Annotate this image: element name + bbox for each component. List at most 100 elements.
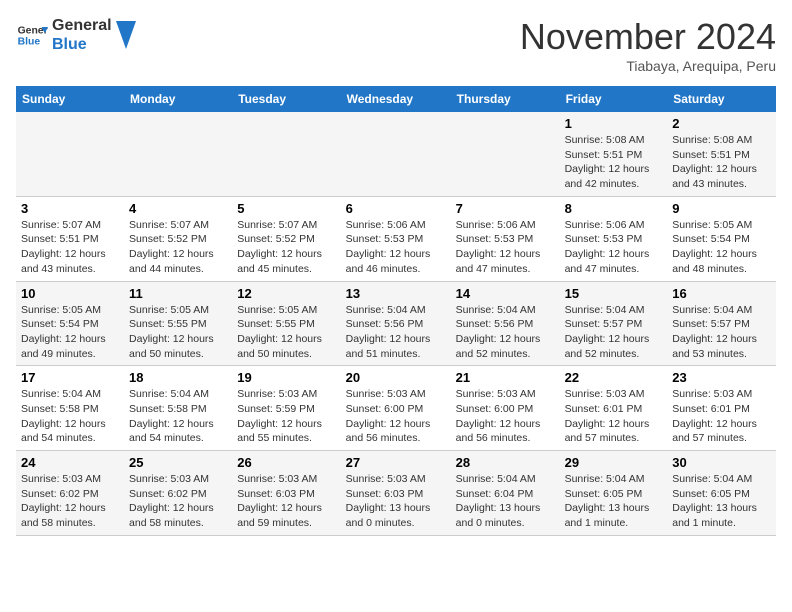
day-info: Sunrise: 5:04 AM Sunset: 5:56 PM Dayligh… — [346, 303, 446, 362]
day-number: 18 — [129, 370, 227, 385]
week-row-2: 3 Sunrise: 5:07 AM Sunset: 5:51 PM Daylig… — [16, 196, 776, 281]
day-info: Sunrise: 5:08 AM Sunset: 5:51 PM Dayligh… — [672, 133, 771, 192]
day-number: 4 — [129, 201, 227, 216]
calendar-cell-5-7: 30 Sunrise: 5:04 AM Sunset: 6:05 PM Dayli… — [667, 451, 776, 536]
day-number: 12 — [237, 286, 335, 301]
calendar-cell-5-4: 27 Sunrise: 5:03 AM Sunset: 6:03 PM Dayli… — [341, 451, 451, 536]
day-number: 16 — [672, 286, 771, 301]
weekday-header-saturday: Saturday — [667, 86, 776, 112]
calendar-body: 1 Sunrise: 5:08 AM Sunset: 5:51 PM Daylig… — [16, 112, 776, 535]
day-info: Sunrise: 5:07 AM Sunset: 5:51 PM Dayligh… — [21, 218, 119, 277]
calendar-cell-5-2: 25 Sunrise: 5:03 AM Sunset: 6:02 PM Dayli… — [124, 451, 232, 536]
svg-text:Blue: Blue — [18, 37, 41, 48]
day-info: Sunrise: 5:04 AM Sunset: 5:57 PM Dayligh… — [672, 303, 771, 362]
week-row-3: 10Sunrise: 5:05 AM Sunset: 5:54 PM Dayli… — [16, 281, 776, 366]
calendar-cell-1-1 — [16, 112, 124, 196]
calendar-cell-5-3: 26 Sunrise: 5:03 AM Sunset: 6:03 PM Dayli… — [232, 451, 340, 536]
calendar-cell-5-1: 24 Sunrise: 5:03 AM Sunset: 6:02 PM Dayli… — [16, 451, 124, 536]
day-info: Sunrise: 5:03 AM Sunset: 6:00 PM Dayligh… — [456, 387, 555, 446]
calendar-cell-2-6: 8 Sunrise: 5:06 AM Sunset: 5:53 PM Daylig… — [560, 196, 668, 281]
day-info: Sunrise: 5:05 AM Sunset: 5:55 PM Dayligh… — [129, 303, 227, 362]
week-row-1: 1 Sunrise: 5:08 AM Sunset: 5:51 PM Daylig… — [16, 112, 776, 196]
day-info: Sunrise: 5:03 AM Sunset: 6:01 PM Dayligh… — [672, 387, 771, 446]
calendar-cell-3-1: 10Sunrise: 5:05 AM Sunset: 5:54 PM Dayli… — [16, 281, 124, 366]
day-info: Sunrise: 5:03 AM Sunset: 5:59 PM Dayligh… — [237, 387, 335, 446]
day-number: 14 — [456, 286, 555, 301]
day-number: 15 — [565, 286, 663, 301]
week-row-5: 24 Sunrise: 5:03 AM Sunset: 6:02 PM Dayli… — [16, 451, 776, 536]
day-number: 10 — [21, 286, 119, 301]
weekday-header-row: SundayMondayTuesdayWednesdayThursdayFrid… — [16, 86, 776, 112]
calendar-cell-2-5: 7Sunrise: 5:06 AM Sunset: 5:53 PM Daylig… — [451, 196, 560, 281]
calendar-cell-1-7: 2 Sunrise: 5:08 AM Sunset: 5:51 PM Daylig… — [667, 112, 776, 196]
calendar-table: SundayMondayTuesdayWednesdayThursdayFrid… — [16, 86, 776, 536]
day-number: 2 — [672, 116, 771, 131]
calendar-cell-1-3 — [232, 112, 340, 196]
day-number: 9 — [672, 201, 771, 216]
calendar-cell-3-7: 16 Sunrise: 5:04 AM Sunset: 5:57 PM Dayli… — [667, 281, 776, 366]
day-info: Sunrise: 5:07 AM Sunset: 5:52 PM Dayligh… — [237, 218, 335, 277]
calendar-cell-3-4: 13 Sunrise: 5:04 AM Sunset: 5:56 PM Dayli… — [341, 281, 451, 366]
weekday-header-friday: Friday — [560, 86, 668, 112]
day-info: Sunrise: 5:04 AM Sunset: 6:05 PM Dayligh… — [565, 472, 663, 531]
calendar-cell-4-2: 18 Sunrise: 5:04 AM Sunset: 5:58 PM Dayli… — [124, 366, 232, 451]
week-row-4: 17 Sunrise: 5:04 AM Sunset: 5:58 PM Dayli… — [16, 366, 776, 451]
calendar-cell-4-6: 22Sunrise: 5:03 AM Sunset: 6:01 PM Dayli… — [560, 366, 668, 451]
day-number: 27 — [346, 455, 446, 470]
day-info: Sunrise: 5:04 AM Sunset: 5:58 PM Dayligh… — [129, 387, 227, 446]
calendar-cell-3-6: 15Sunrise: 5:04 AM Sunset: 5:57 PM Dayli… — [560, 281, 668, 366]
weekday-header-wednesday: Wednesday — [341, 86, 451, 112]
logo-blue: Blue — [52, 35, 112, 54]
weekday-header-tuesday: Tuesday — [232, 86, 340, 112]
day-number: 1 — [565, 116, 663, 131]
day-number: 26 — [237, 455, 335, 470]
calendar-cell-1-6: 1 Sunrise: 5:08 AM Sunset: 5:51 PM Daylig… — [560, 112, 668, 196]
day-info: Sunrise: 5:04 AM Sunset: 5:58 PM Dayligh… — [21, 387, 119, 446]
calendar-cell-5-5: 28Sunrise: 5:04 AM Sunset: 6:04 PM Dayli… — [451, 451, 560, 536]
calendar-cell-4-4: 20Sunrise: 5:03 AM Sunset: 6:00 PM Dayli… — [341, 366, 451, 451]
day-info: Sunrise: 5:03 AM Sunset: 6:02 PM Dayligh… — [129, 472, 227, 531]
day-info: Sunrise: 5:04 AM Sunset: 6:05 PM Dayligh… — [672, 472, 771, 531]
day-info: Sunrise: 5:06 AM Sunset: 5:53 PM Dayligh… — [565, 218, 663, 277]
day-number: 20 — [346, 370, 446, 385]
calendar-cell-4-7: 23 Sunrise: 5:03 AM Sunset: 6:01 PM Dayli… — [667, 366, 776, 451]
day-info: Sunrise: 5:04 AM Sunset: 5:56 PM Dayligh… — [456, 303, 555, 362]
calendar-cell-1-4 — [341, 112, 451, 196]
calendar-cell-3-2: 11 Sunrise: 5:05 AM Sunset: 5:55 PM Dayli… — [124, 281, 232, 366]
day-number: 19 — [237, 370, 335, 385]
calendar-header: SundayMondayTuesdayWednesdayThursdayFrid… — [16, 86, 776, 112]
calendar-cell-3-5: 14 Sunrise: 5:04 AM Sunset: 5:56 PM Dayli… — [451, 281, 560, 366]
day-info: Sunrise: 5:05 AM Sunset: 5:54 PM Dayligh… — [672, 218, 771, 277]
day-info: Sunrise: 5:05 AM Sunset: 5:55 PM Dayligh… — [237, 303, 335, 362]
day-number: 24 — [21, 455, 119, 470]
day-info: Sunrise: 5:08 AM Sunset: 5:51 PM Dayligh… — [565, 133, 663, 192]
calendar-cell-2-3: 5Sunrise: 5:07 AM Sunset: 5:52 PM Daylig… — [232, 196, 340, 281]
logo-general: General — [52, 16, 112, 35]
calendar-cell-2-2: 4Sunrise: 5:07 AM Sunset: 5:52 PM Daylig… — [124, 196, 232, 281]
day-number: 21 — [456, 370, 555, 385]
day-number: 13 — [346, 286, 446, 301]
month-title: November 2024 — [520, 16, 776, 58]
calendar-cell-3-3: 12 Sunrise: 5:05 AM Sunset: 5:55 PM Dayli… — [232, 281, 340, 366]
calendar-cell-2-1: 3 Sunrise: 5:07 AM Sunset: 5:51 PM Daylig… — [16, 196, 124, 281]
location: Tiabaya, Arequipa, Peru — [520, 58, 776, 74]
day-number: 8 — [565, 201, 663, 216]
day-number: 23 — [672, 370, 771, 385]
calendar-cell-5-6: 29Sunrise: 5:04 AM Sunset: 6:05 PM Dayli… — [560, 451, 668, 536]
day-number: 28 — [456, 455, 555, 470]
weekday-header-monday: Monday — [124, 86, 232, 112]
day-number: 6 — [346, 201, 446, 216]
day-info: Sunrise: 5:03 AM Sunset: 6:02 PM Dayligh… — [21, 472, 119, 531]
day-info: Sunrise: 5:03 AM Sunset: 6:03 PM Dayligh… — [346, 472, 446, 531]
day-number: 17 — [21, 370, 119, 385]
logo: General Blue General Blue — [16, 16, 136, 54]
day-number: 30 — [672, 455, 771, 470]
calendar-cell-4-5: 21 Sunrise: 5:03 AM Sunset: 6:00 PM Dayli… — [451, 366, 560, 451]
day-number: 3 — [21, 201, 119, 216]
day-info: Sunrise: 5:03 AM Sunset: 6:01 PM Dayligh… — [565, 387, 663, 446]
day-number: 25 — [129, 455, 227, 470]
title-block: November 2024 Tiabaya, Arequipa, Peru — [520, 16, 776, 74]
day-number: 11 — [129, 286, 227, 301]
day-info: Sunrise: 5:03 AM Sunset: 6:03 PM Dayligh… — [237, 472, 335, 531]
weekday-header-thursday: Thursday — [451, 86, 560, 112]
